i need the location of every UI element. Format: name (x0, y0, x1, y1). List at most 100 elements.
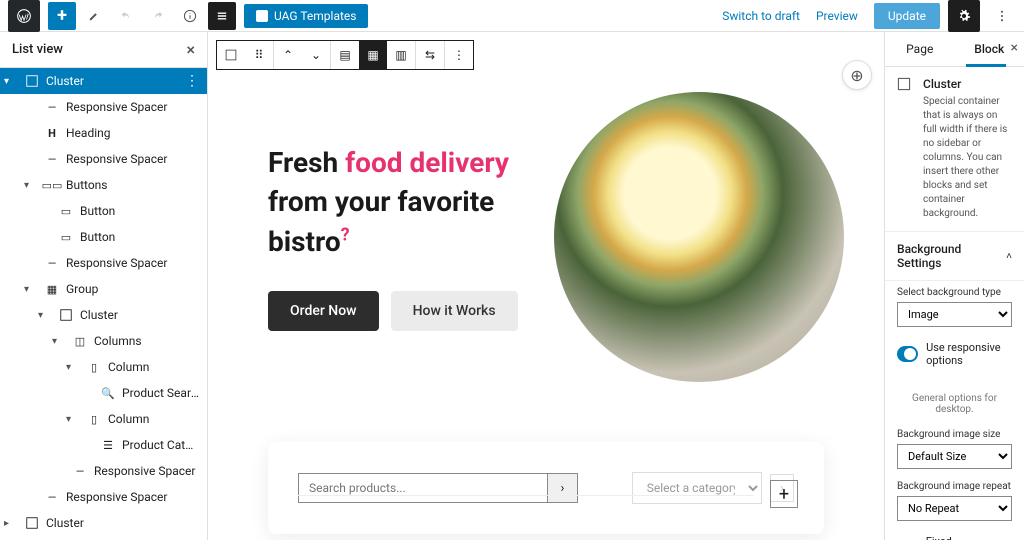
group-icon: ▦ (44, 281, 60, 297)
responsive-toggle-label: Use responsive options (926, 341, 1012, 367)
block-more-icon[interactable]: ⋮ (445, 41, 473, 69)
columns-icon: ◫ (72, 333, 88, 349)
tree-toggle-icon[interactable]: ▾ (66, 414, 80, 425)
tree-item-cluster[interactable]: ▾Cluster⋮ (0, 68, 207, 94)
uag-templates-button[interactable]: UAG Templates (244, 4, 368, 28)
how-it-works-button[interactable]: How it Works (391, 291, 518, 331)
tree-item-label: Buttons (66, 178, 199, 192)
inspector-panel: Page Block × Cluster Special container t… (884, 32, 1024, 540)
cluster-icon (24, 73, 40, 89)
divider (298, 495, 754, 496)
tree-toggle-icon[interactable]: ▸ (4, 518, 18, 529)
preview-link[interactable]: Preview (816, 9, 858, 23)
list-view-icon[interactable] (208, 2, 236, 30)
tree-item-column[interactable]: ▾▯Column (0, 354, 207, 380)
background-settings-header[interactable]: Background Settings˄ (885, 232, 1024, 281)
tab-page[interactable]: Page (885, 32, 955, 66)
more-menu-icon[interactable] (988, 2, 1016, 30)
tree-toggle-icon[interactable]: ▾ (4, 76, 18, 87)
floating-add-icon[interactable]: ⊕ (842, 60, 872, 90)
move-down-icon[interactable]: ⌄ (302, 41, 330, 69)
tree-toggle-icon[interactable]: ▾ (66, 362, 80, 373)
tree-item-label: Cluster (46, 516, 199, 530)
tree-item-label: Cluster (80, 308, 199, 322)
tree-item-label: Responsive Spacer (94, 464, 199, 478)
heading-icon: H (44, 125, 60, 141)
switch-to-draft-link[interactable]: Switch to draft (722, 9, 800, 23)
redo-icon[interactable] (144, 2, 172, 30)
tree-item-product-search[interactable]: 🔍Product Search (0, 380, 207, 406)
settings-gear-icon[interactable] (948, 0, 980, 32)
block-tree: ▾Cluster⋮—Responsive SpacerHHeading—Resp… (0, 68, 207, 540)
tree-toggle-icon[interactable]: ▾ (38, 310, 52, 321)
tree-item-label: Responsive Spacer (66, 256, 199, 270)
img-repeat-select[interactable]: No Repeat (897, 496, 1012, 521)
tree-item-label: Product Search (122, 386, 199, 400)
cluster-icon (24, 515, 40, 531)
tree-item-label: Column (108, 412, 199, 426)
tree-item-columns[interactable]: ▾◫Columns (0, 328, 207, 354)
move-up-icon[interactable]: ⌃ (274, 41, 302, 69)
update-button[interactable]: Update (874, 3, 940, 29)
add-block-inline-button[interactable]: + (770, 480, 798, 508)
wp-logo-icon[interactable] (8, 0, 40, 32)
button-icon: ▭ (58, 229, 74, 245)
device-caption: General options for desktop. (897, 393, 1012, 415)
editor-canvas[interactable]: ⠿ ⌃ ⌄ ▤ ▦ ▥ ⇆ ⋮ ⊕ (208, 32, 884, 540)
align-left-icon[interactable]: ▤ (331, 41, 359, 69)
tree-item-cluster[interactable]: ▸ Cluster (0, 510, 207, 536)
cluster-icon (897, 77, 915, 95)
dash-icon: — (44, 255, 60, 271)
align-right-icon[interactable]: ▥ (387, 41, 415, 69)
product-search-input[interactable] (298, 473, 548, 503)
align-center-icon[interactable]: ▦ (359, 41, 387, 69)
order-now-button[interactable]: Order Now (268, 291, 379, 331)
tree-item-responsive-spacer[interactable]: — Responsive Spacer (0, 146, 207, 172)
close-inspector-icon[interactable]: × (1011, 40, 1018, 56)
tree-toggle-icon[interactable]: ▾ (24, 284, 38, 295)
tree-toggle-icon[interactable]: ▾ (24, 180, 38, 191)
tree-item-cluster[interactable]: ▾ Cluster (0, 302, 207, 328)
add-block-button[interactable]: + (48, 2, 76, 30)
undo-icon[interactable] (112, 2, 140, 30)
close-icon[interactable]: × (186, 40, 195, 59)
tree-item-button[interactable]: ▭Button (0, 224, 207, 250)
tree-item-more-icon[interactable]: ⋮ (185, 73, 199, 89)
tree-toggle-icon[interactable]: ▾ (52, 336, 66, 347)
list-view-header: List view × (0, 32, 207, 68)
drag-handle-icon[interactable]: ⠿ (245, 41, 273, 69)
fixed-bg-label: Fixed background image (926, 535, 1012, 540)
tree-item-label: Responsive Spacer (66, 152, 199, 166)
tree-item-heading[interactable]: HHeading (0, 120, 207, 146)
info-icon[interactable] (176, 2, 204, 30)
buttons-icon: ▭▭ (44, 177, 60, 193)
tree-item-responsive-spacer[interactable]: — Responsive Spacer (0, 250, 207, 276)
tree-item-responsive-spacer[interactable]: —Responsive Spacer (0, 458, 207, 484)
responsive-toggle[interactable] (897, 346, 918, 362)
bg-type-label: Select background type (897, 287, 1012, 298)
img-size-select[interactable]: Default Size (897, 444, 1012, 469)
tree-item-responsive-spacer[interactable]: —Responsive Spacer (0, 536, 207, 540)
search-submit-icon[interactable]: › (548, 473, 578, 503)
tree-item-responsive-spacer[interactable]: —Responsive Spacer (0, 94, 207, 120)
swap-icon[interactable]: ⇆ (416, 41, 444, 69)
tree-item-label: Button (80, 204, 199, 218)
tree-item-label: Responsive Spacer (66, 100, 199, 114)
tree-item-responsive-spacer[interactable]: —Responsive Spacer (0, 484, 207, 510)
block-title: Cluster (923, 77, 1012, 91)
dash-icon: — (44, 489, 60, 505)
edit-icon[interactable] (80, 2, 108, 30)
block-type-icon[interactable] (217, 41, 245, 69)
tree-item-buttons[interactable]: ▾ ▭▭ Buttons (0, 172, 207, 198)
block-toolbar: ⠿ ⌃ ⌄ ▤ ▦ ▥ ⇆ ⋮ (216, 40, 474, 70)
tree-item-button[interactable]: ▭ Button (0, 198, 207, 224)
category-select[interactable]: Select a category (632, 472, 762, 504)
bg-type-select[interactable]: Image (897, 302, 1012, 327)
tree-item-column[interactable]: ▾▯Column (0, 406, 207, 432)
block-description: Special container that is always on full… (923, 95, 1012, 221)
button-icon: ▭ (58, 203, 74, 219)
dash-icon: — (44, 151, 60, 167)
tree-item-group[interactable]: ▾▦Group (0, 276, 207, 302)
hero-heading[interactable]: Fresh food delivery from your favorite b… (268, 143, 554, 261)
tree-item-product-categories-list[interactable]: ☰Product Categories List (0, 432, 207, 458)
